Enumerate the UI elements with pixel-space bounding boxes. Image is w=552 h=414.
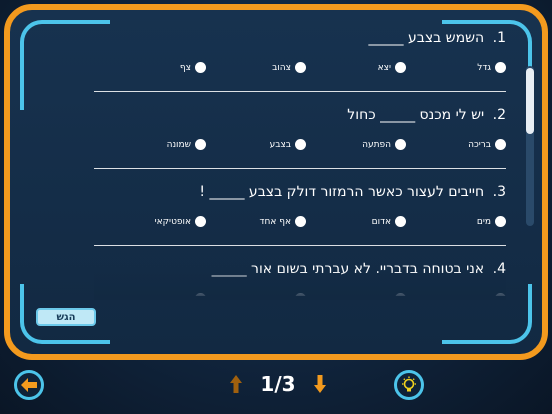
radio-button[interactable]	[495, 216, 506, 227]
radio-button[interactable]	[495, 139, 506, 150]
scrollbar[interactable]	[526, 66, 534, 226]
scrollbar-thumb[interactable]	[526, 68, 534, 134]
answer-option[interactable]: צהוב	[272, 62, 306, 73]
answer-option[interactable]: בצבע	[270, 139, 306, 150]
question-prompt: השמש בצבע _____	[368, 30, 485, 46]
arrow-left-icon	[21, 378, 37, 392]
answer-option[interactable]: יצא	[378, 62, 406, 73]
question-divider	[94, 91, 506, 92]
lightbulb-icon	[402, 376, 416, 392]
answer-option[interactable]: אדום	[372, 216, 406, 227]
radio-button[interactable]	[395, 216, 406, 227]
answer-options: מים אדום אף אחד אופטיקאי	[94, 216, 506, 234]
answer-option[interactable]: אף אחד	[260, 216, 306, 227]
answer-label: אף אחד	[259, 216, 291, 227]
radio-button[interactable]	[195, 139, 206, 150]
arrow-up-icon	[230, 375, 242, 393]
radio-button[interactable]	[295, 139, 306, 150]
answer-label: שמונה	[166, 139, 191, 150]
question-text: 1. השמש בצבע _____	[369, 30, 506, 46]
arrow-down-icon	[313, 375, 326, 393]
submit-button[interactable]: הגש	[36, 308, 96, 326]
answer-label: בריכה	[468, 139, 491, 150]
answer-label: אופטיקאי	[154, 216, 191, 227]
question-number: 2.	[492, 107, 506, 123]
hint-button[interactable]	[394, 370, 424, 400]
question-number: 1.	[492, 30, 506, 46]
question-item: 1. השמש בצבע _____ גדל יצא צהוב צף	[94, 22, 506, 99]
answer-label: מים	[476, 216, 491, 227]
question-number: 3.	[492, 184, 506, 200]
answer-option[interactable]: אופטיקאי	[155, 216, 206, 227]
radio-button[interactable]	[495, 62, 506, 73]
question-item: 3. חייבים לעצור כאשר הרמזור דולק בצבע __…	[94, 176, 506, 253]
answer-option[interactable]: שמונה	[167, 139, 206, 150]
answer-option[interactable]: הפתעה	[362, 139, 406, 150]
answer-option[interactable]: גדל	[477, 62, 506, 73]
question-text: 2. יש לי מכנס _____ כחול	[347, 107, 506, 123]
answer-label: יצא	[377, 62, 391, 73]
questions-list[interactable]: 1. השמש בצבע _____ גדל יצא צהוב צף 2. יש…	[94, 22, 506, 296]
radio-button[interactable]	[195, 62, 206, 73]
answer-option[interactable]: צף	[180, 62, 206, 73]
answer-label: הפתעה	[362, 139, 391, 150]
radio-button[interactable]	[395, 62, 406, 73]
page-indicator: 1/3	[260, 372, 296, 396]
answer-label: אדום	[371, 216, 391, 227]
answer-options: בריכה הפתעה בצבע שמונה	[94, 139, 506, 157]
answer-option[interactable]: מים	[477, 216, 506, 227]
answer-label: בצבע	[269, 139, 291, 150]
question-divider	[94, 245, 506, 246]
next-page-button[interactable]	[310, 373, 330, 395]
question-prompt: יש לי מכנס _____ כחול	[347, 107, 485, 123]
radio-button[interactable]	[395, 139, 406, 150]
answer-label: צף	[179, 62, 191, 73]
answer-option[interactable]: בריכה	[468, 139, 506, 150]
question-divider	[94, 168, 506, 169]
question-item: 2. יש לי מכנס _____ כחול בריכה הפתעה בצב…	[94, 99, 506, 176]
scroll-fade	[94, 270, 506, 300]
radio-button[interactable]	[295, 216, 306, 227]
bottom-bar: 1/3	[0, 362, 552, 414]
answer-label: צהוב	[272, 62, 291, 73]
back-button[interactable]	[14, 370, 44, 400]
radio-button[interactable]	[195, 216, 206, 227]
radio-button[interactable]	[295, 62, 306, 73]
answer-options: גדל יצא צהוב צף	[94, 62, 506, 80]
question-text: 3. חייבים לעצור כאשר הרמזור דולק בצבע __…	[199, 184, 506, 200]
pagination: 1/3	[226, 370, 330, 398]
prev-page-button[interactable]	[226, 373, 246, 395]
answer-label: גדל	[477, 62, 491, 73]
question-prompt: חייבים לעצור כאשר הרמזור דולק בצבע _____…	[199, 184, 485, 200]
